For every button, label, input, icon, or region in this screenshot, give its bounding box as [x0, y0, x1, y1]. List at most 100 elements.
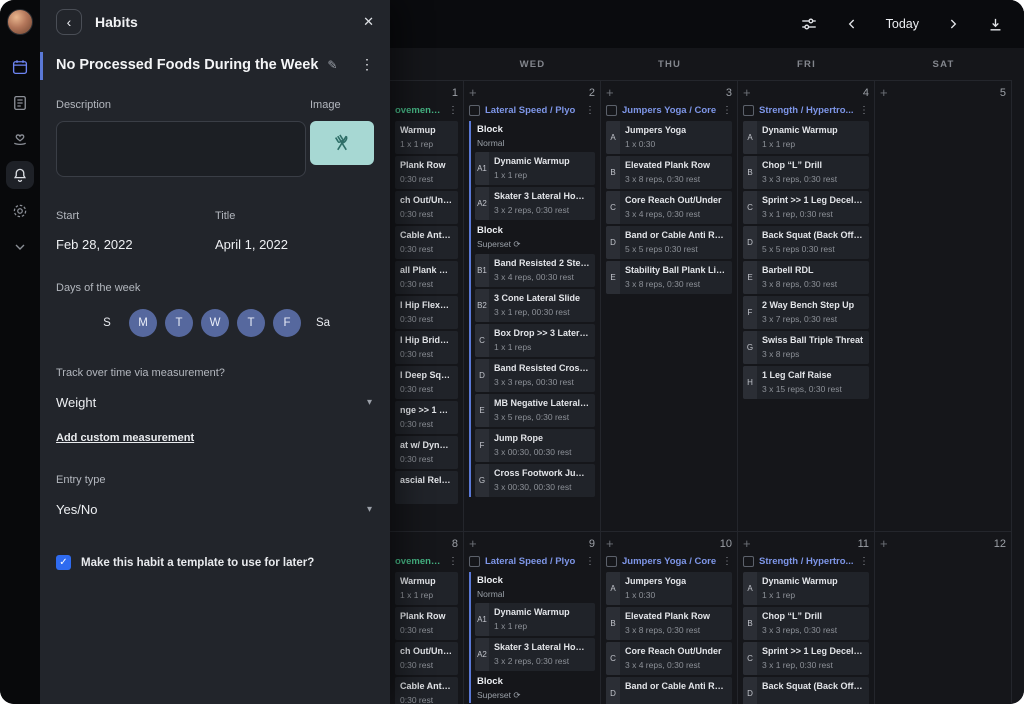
entry-type-select[interactable]: Yes/No ▾	[40, 502, 390, 517]
back-button[interactable]: ‹	[56, 9, 82, 35]
exercise-row[interactable]: B1Band Resisted 2 Step Late...3 x 4 reps…	[475, 254, 595, 287]
exercise-row[interactable]: DBack Squat (Back Off Set)	[743, 677, 869, 704]
exercise-row[interactable]: all Plank Linear ...0:30 rest	[395, 261, 458, 294]
add-entry-button[interactable]: +	[469, 537, 477, 550]
exercise-row[interactable]: A2Skater 3 Lateral Hops >> ...3 x 2 reps…	[475, 638, 595, 671]
session-checkbox[interactable]	[606, 556, 617, 567]
kebab-icon[interactable]: ⋮	[448, 557, 458, 567]
exercise-row[interactable]: l Deep Squat Mo...0:30 rest	[395, 366, 458, 399]
exercise-row[interactable]: EMB Negative Lateral Hop...3 x 5 reps, 0…	[475, 394, 595, 427]
end-date[interactable]: April 1, 2022	[215, 237, 374, 252]
kebab-icon[interactable]: ⋮	[722, 106, 732, 116]
calendar-icon[interactable]	[6, 53, 34, 81]
day-chip-0-s[interactable]: S	[93, 309, 121, 337]
exercise-row[interactable]: at w/ Dynamic P...0:30 rest	[395, 436, 458, 469]
add-entry-button[interactable]: +	[606, 537, 614, 550]
exercise-row[interactable]: A1Dynamic Warmup1 x 1 rep	[475, 603, 595, 636]
add-entry-button[interactable]: +	[606, 86, 614, 99]
exercise-row[interactable]: EStability Ball Plank Linear ...3 x 8 re…	[606, 261, 732, 294]
session-checkbox[interactable]	[743, 105, 754, 116]
exercise-row[interactable]: Plank Row0:30 rest	[395, 607, 458, 640]
exercise-row[interactable]: BElevated Plank Row3 x 8 reps, 0:30 rest	[606, 156, 732, 189]
add-custom-measurement-link[interactable]: Add custom measurement	[56, 432, 194, 444]
session-checkbox[interactable]	[606, 105, 617, 116]
session-header[interactable]: ovement Q...⋮	[395, 556, 458, 567]
exercise-row[interactable]: CSprint >> 1 Leg Decelerations3 x 1 rep,…	[743, 191, 869, 224]
exercise-row[interactable]: CBox Drop >> 3 Lateral H...1 x 1 reps	[475, 324, 595, 357]
session-header[interactable]: Jumpers Yoga / Core⋮	[606, 105, 732, 116]
exercise-row[interactable]: EBarbell RDL3 x 8 reps, 0:30 rest	[743, 261, 869, 294]
exercise-row[interactable]: CCore Reach Out/Under3 x 4 reps, 0:30 re…	[606, 642, 732, 675]
exercise-row[interactable]: BElevated Plank Row3 x 8 reps, 0:30 rest	[606, 607, 732, 640]
edit-icon[interactable]: ✎	[327, 58, 337, 72]
exercise-row[interactable]: nge >> 1 Leg St...0:30 rest	[395, 401, 458, 434]
exercise-row[interactable]: ascial Release C...	[395, 471, 458, 504]
kebab-icon[interactable]: ⋮	[448, 106, 458, 116]
exercise-row[interactable]: FJump Rope3 x 00:30, 00:30 rest	[475, 429, 595, 462]
exercise-row[interactable]: ADynamic Warmup1 x 1 rep	[743, 572, 869, 605]
session-header[interactable]: Strength / Hypertro...⋮	[743, 556, 869, 567]
measurement-select[interactable]: Weight ▾	[40, 395, 390, 410]
day-chip-3-w[interactable]: W	[201, 309, 229, 337]
session-checkbox[interactable]	[469, 105, 480, 116]
template-checkbox-row[interactable]: ✓ Make this habit a template to use for …	[40, 555, 390, 570]
exercise-row[interactable]: ADynamic Warmup1 x 1 rep	[743, 121, 869, 154]
exercise-row[interactable]: GSwiss Ball Triple Threat3 x 8 reps	[743, 331, 869, 364]
today-button[interactable]: Today	[886, 17, 919, 31]
kebab-icon[interactable]: ⋮	[859, 106, 869, 116]
filters-icon[interactable]	[800, 15, 818, 33]
exercise-row[interactable]: Plank Row0:30 rest	[395, 156, 458, 189]
exercise-row[interactable]: A2Skater 3 Lateral Hops >> ...3 x 2 reps…	[475, 187, 595, 220]
start-date[interactable]: Feb 28, 2022	[56, 237, 215, 252]
exercise-row[interactable]: BChop “L” Drill3 x 3 reps, 0:30 rest	[743, 607, 869, 640]
exercise-row[interactable]: AJumpers Yoga1 x 0:30	[606, 572, 732, 605]
exercise-row[interactable]: Cable Anti-Rotati...0:30 rest	[395, 226, 458, 259]
notes-icon[interactable]	[6, 89, 34, 117]
habit-image[interactable]	[310, 121, 374, 165]
collapse-icon[interactable]	[6, 233, 34, 261]
template-checkbox[interactable]: ✓	[56, 555, 71, 570]
add-entry-button[interactable]: +	[469, 86, 477, 99]
kebab-icon[interactable]: ⋮	[859, 557, 869, 567]
add-entry-button[interactable]: +	[880, 537, 888, 550]
exercise-row[interactable]: DBack Squat (Back Off Set)5 x 5 reps 0:3…	[743, 226, 869, 259]
session-checkbox[interactable]	[469, 556, 480, 567]
add-entry-button[interactable]: +	[743, 86, 751, 99]
add-entry-button[interactable]: +	[880, 86, 888, 99]
exercise-row[interactable]: CCore Reach Out/Under3 x 4 reps, 0:30 re…	[606, 191, 732, 224]
description-input[interactable]	[56, 121, 306, 177]
exercise-row[interactable]: DBand or Cable Anti Rotati...5 x 5 reps …	[606, 226, 732, 259]
day-chip-4-t[interactable]: T	[237, 309, 265, 337]
exercise-row[interactable]: B23 Cone Lateral Slide3 x 1 rep, 00:30 r…	[475, 289, 595, 322]
settings-icon[interactable]	[6, 197, 34, 225]
notifications-icon[interactable]	[6, 161, 34, 189]
close-icon[interactable]: ✕	[363, 14, 374, 30]
session-header[interactable]: ovement Q...⋮	[395, 105, 458, 116]
session-checkbox[interactable]	[743, 556, 754, 567]
day-chip-1-m[interactable]: M	[129, 309, 157, 337]
kebab-icon[interactable]: ⋮	[585, 557, 595, 567]
session-header[interactable]: Jumpers Yoga / Core⋮	[606, 556, 732, 567]
exercise-row[interactable]: GCross Footwork Jump Rope3 x 00:30, 00:3…	[475, 464, 595, 497]
avatar[interactable]	[7, 9, 33, 35]
exercise-row[interactable]: A1Dynamic Warmup1 x 1 rep	[475, 152, 595, 185]
kebab-icon[interactable]: ⋮	[585, 106, 595, 116]
exercise-row[interactable]: DBand or Cable Anti Rotati...	[606, 677, 732, 704]
chevron-left-icon[interactable]	[844, 16, 860, 32]
exercise-row[interactable]: H1 Leg Calf Raise3 x 15 reps, 0:30 rest	[743, 366, 869, 399]
download-icon[interactable]	[987, 16, 1004, 33]
add-entry-button[interactable]: +	[743, 537, 751, 550]
session-header[interactable]: Lateral Speed / Plyo⋮	[469, 105, 595, 116]
exercise-row[interactable]: l Hip Flexor Rais...0:30 rest	[395, 296, 458, 329]
exercise-row[interactable]: BChop “L” Drill3 x 3 reps, 0:30 rest	[743, 156, 869, 189]
exercise-row[interactable]: Warmup1 x 1 rep	[395, 121, 458, 154]
session-header[interactable]: Strength / Hypertro...⋮	[743, 105, 869, 116]
exercise-row[interactable]: Warmup1 x 1 rep	[395, 572, 458, 605]
exercise-row[interactable]: DBand Resisted Crossover...3 x 3 reps, 0…	[475, 359, 595, 392]
exercise-row[interactable]: Cable Anti-Rotati...0:30 rest	[395, 677, 458, 704]
day-chip-2-t[interactable]: T	[165, 309, 193, 337]
kebab-icon[interactable]: ⋮	[722, 557, 732, 567]
session-header[interactable]: Lateral Speed / Plyo⋮	[469, 556, 595, 567]
exercise-row[interactable]: AJumpers Yoga1 x 0:30	[606, 121, 732, 154]
exercise-row[interactable]: ch Out/Under0:30 rest	[395, 191, 458, 224]
